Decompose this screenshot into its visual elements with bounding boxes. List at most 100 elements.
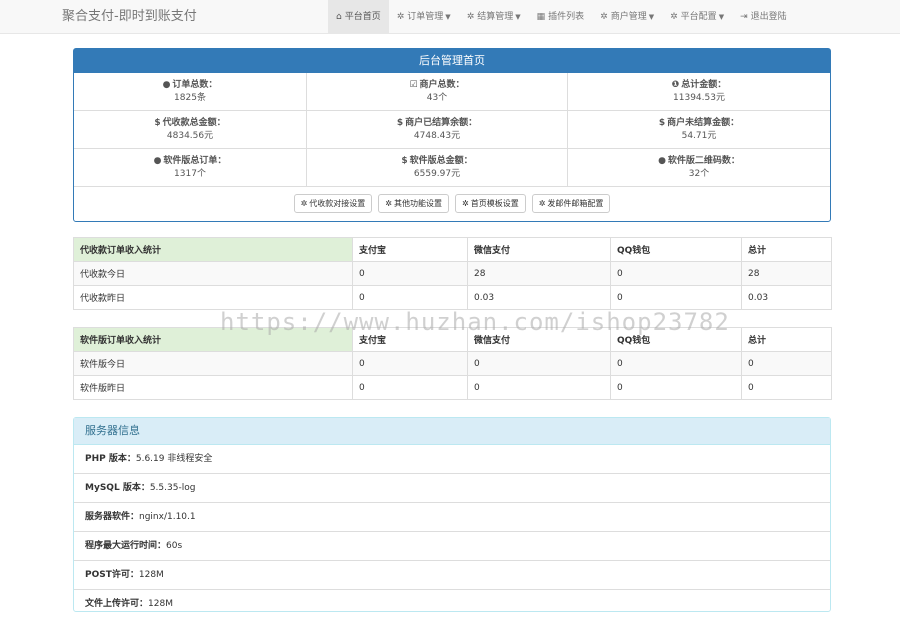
table-header: 软件版订单收入统计	[73, 327, 353, 352]
nav-logout[interactable]: ⇥ 退出登陆	[732, 0, 795, 34]
table-header: 微信支付	[467, 237, 611, 262]
table-cell: 0	[352, 261, 468, 286]
info-row-post-limit: POST许可：128M	[74, 561, 830, 590]
table-cell: 0.03	[467, 285, 611, 310]
stat-order-count: ● 订单总数： 1825条	[74, 73, 307, 111]
nav-home[interactable]: ⌂ 平台首页	[328, 0, 389, 34]
table-cell: 0	[467, 351, 611, 376]
tint-icon: ●	[153, 156, 162, 166]
settings-buttons: ✲ 代收款对接设置 ✲ 其他功能设置 ✲ 首页模板设置 ✲ 发邮件邮箱配置	[74, 187, 830, 219]
table-cell: 0	[610, 261, 742, 286]
stat-settled-balance: $ 商户已结算余额： 4748.43元	[307, 111, 568, 149]
collection-settings-button[interactable]: ✲ 代收款对接设置	[293, 193, 373, 213]
stat-label: 商户未结算金额：	[667, 118, 740, 128]
home-icon: ⌂	[336, 12, 342, 22]
table-cell: 软件版昨日	[73, 375, 353, 400]
info-row-server-software: 服务器软件：nginx/1.10.1	[74, 503, 830, 532]
stat-label: 代收款总金额：	[162, 118, 226, 128]
table-cell: 代收款昨日	[73, 285, 353, 310]
table-cell: 0	[467, 375, 611, 400]
nav-label: 平台首页	[344, 12, 381, 22]
info-row-mysql: MySQL 版本：5.5.35-log	[74, 474, 830, 503]
stat-value: 4834.56元	[166, 131, 214, 141]
dollar-icon: $	[658, 118, 666, 128]
nav-orders[interactable]: ✲ 订单管理 ▼	[389, 0, 459, 34]
table-cell: 28	[467, 261, 611, 286]
overview-panel: 后台管理首页 ● 订单总数： 1825条 ☑ 商户总数： 43个 ❶ 总计金额： 11…	[73, 48, 831, 222]
nav-plugins[interactable]: ▦ 插件列表	[529, 0, 593, 34]
table-row: 代收款今日 0 28 0 28	[73, 261, 832, 286]
info-row-max-exec-time: 程序最大运行时间：60s	[74, 532, 830, 561]
overview-title: 后台管理首页	[74, 49, 830, 73]
gear-icon: ✲	[300, 198, 308, 208]
table-cell: 0	[610, 285, 742, 310]
table-header: 支付宝	[352, 237, 468, 262]
table-cell: 28	[741, 261, 832, 286]
brand-title[interactable]: 聚合支付-即时到账支付	[62, 0, 197, 34]
stat-unsettled-amount: $ 商户未结算金额： 54.71元	[568, 111, 830, 149]
caret-down-icon: ▼	[515, 13, 521, 21]
other-settings-button[interactable]: ✲ 其他功能设置	[378, 193, 449, 213]
caret-down-icon: ▼	[445, 13, 451, 21]
stat-label: 软件版总订单：	[163, 156, 227, 166]
table-header: 总计	[741, 327, 832, 352]
table-cell: 0	[610, 375, 742, 400]
nav-label: 插件列表	[548, 12, 585, 22]
table-cell: 软件版今日	[73, 351, 353, 376]
server-info-panel: 服务器信息 PHP 版本：5.6.19 非线程安全 MySQL 版本：5.5.3…	[73, 417, 831, 612]
stat-software-qrcodes: ● 软件版二维码数： 32个	[568, 149, 830, 187]
stat-value: 32个	[688, 169, 710, 179]
tint-icon: ●	[658, 156, 666, 166]
stat-merchant-count: ☑ 商户总数： 43个	[307, 73, 568, 111]
stat-label: 订单总数：	[172, 80, 218, 90]
table-row: 软件版昨日 0 0 0 0	[73, 375, 832, 400]
gear-icon: ✲	[670, 12, 678, 22]
mail-settings-button[interactable]: ✲ 发邮件邮箱配置	[531, 193, 611, 213]
tint-icon: ●	[162, 80, 171, 90]
table-header: 支付宝	[352, 327, 468, 352]
stat-value: 54.71元	[681, 131, 717, 141]
software-stats-table: 软件版订单收入统计 支付宝 微信支付 QQ钱包 总计 软件版今日 0 0 0 0…	[73, 327, 832, 400]
stat-value: 6559.97元	[413, 169, 461, 179]
collection-stats-table: 代收款订单收入统计 支付宝 微信支付 QQ钱包 总计 代收款今日 0 28 0 …	[73, 237, 832, 310]
table-header-row: 代收款订单收入统计 支付宝 微信支付 QQ钱包 总计	[73, 237, 832, 262]
dollar-icon: $	[401, 156, 408, 166]
stat-value: 1317个	[174, 169, 206, 179]
table-cell: 0.03	[741, 285, 832, 310]
template-settings-button[interactable]: ✲ 首页模板设置	[455, 193, 526, 213]
caret-down-icon: ▼	[648, 13, 655, 21]
stat-value: 11394.53元	[673, 93, 725, 103]
table-cell: 0	[741, 375, 832, 400]
nav-label: 退出登陆	[750, 12, 787, 22]
logout-icon: ⇥	[740, 12, 748, 22]
stat-label: 总计金额：	[681, 80, 727, 90]
table-row: 软件版今日 0 0 0 0	[73, 351, 832, 376]
stats-grid: ● 订单总数： 1825条 ☑ 商户总数： 43个 ❶ 总计金额： 11394.53元…	[74, 73, 830, 187]
stat-value: 1825条	[174, 93, 206, 103]
table-row: 代收款昨日 0 0.03 0 0.03	[73, 285, 832, 310]
nav-settlement[interactable]: ✲ 结算管理 ▼	[459, 0, 529, 34]
info-row-upload-limit: 文件上传许可：128M	[85, 599, 173, 609]
table-header: 微信支付	[467, 327, 611, 352]
table-header: QQ钱包	[610, 327, 742, 352]
check-square-icon: ☑	[409, 80, 418, 90]
table-header-row: 软件版订单收入统计 支付宝 微信支付 QQ钱包 总计	[73, 327, 832, 352]
nav-label: 结算管理	[477, 12, 514, 22]
gear-icon: ✲	[396, 12, 405, 22]
info-circle-icon: ❶	[671, 80, 680, 90]
caret-down-icon: ▼	[718, 13, 725, 21]
nav-merchants[interactable]: ✲ 商户管理 ▼	[592, 0, 662, 34]
top-navbar: 聚合支付-即时到账支付 ⌂ 平台首页 ✲ 订单管理 ▼ ✲ 结算管理 ▼ ▦ 插…	[0, 0, 900, 34]
gear-icon: ✲	[385, 198, 392, 208]
nav-platform-config[interactable]: ✲ 平台配置 ▼	[662, 0, 732, 34]
table-cell: 代收款今日	[73, 261, 353, 286]
nav-label: 平台配置	[680, 12, 717, 22]
gear-icon: ✲	[600, 12, 608, 22]
table-header: QQ钱包	[610, 237, 742, 262]
nav-label: 商户管理	[610, 12, 647, 22]
table-cell: 0	[352, 351, 468, 376]
table-cell: 0	[352, 285, 468, 310]
stat-collection-total: $ 代收款总金额： 4834.56元	[74, 111, 307, 149]
nav-label: 订单管理	[407, 12, 444, 22]
stat-label: 软件版总金额：	[409, 156, 473, 166]
